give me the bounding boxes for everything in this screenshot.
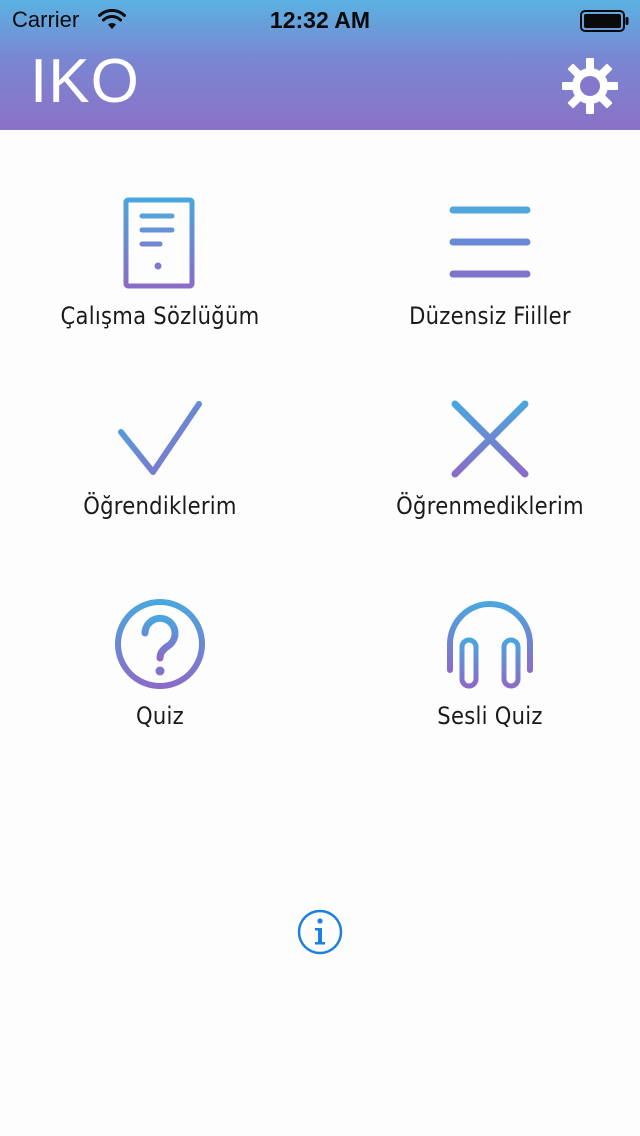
clock-label: 12:32 AM (269, 7, 371, 33)
menu-item-duzensiz-fiiller[interactable]: Düzensiz Fiiller (330, 196, 640, 330)
menu-item-label: Çalışma Sözlüğüm (60, 302, 260, 330)
menu-item-label: Düzensiz Fiiller (409, 302, 571, 330)
info-button[interactable] (296, 908, 344, 956)
document-icon (123, 197, 195, 289)
navigation-header: Carrier 12:32 AM IKO (0, 0, 640, 130)
menu-item-quiz[interactable]: Quiz (0, 596, 320, 730)
settings-button[interactable] (560, 56, 620, 116)
menu-item-label: Öğrenmediklerim (396, 492, 584, 520)
menu-item-ogrendiklerim[interactable]: Öğrendiklerim (0, 396, 320, 520)
menu-item-ogrenmediklerim[interactable]: Öğrenmediklerim (330, 396, 640, 520)
gear-icon (562, 58, 618, 114)
cross-icon (451, 400, 529, 478)
checkmark-icon (118, 401, 202, 475)
menu-item-label: Sesli Quiz (437, 702, 543, 730)
info-icon (297, 909, 343, 955)
menu-item-label: Quiz (135, 702, 185, 730)
app-title: IKO (30, 47, 140, 116)
menu-item-sesli-quiz[interactable]: Sesli Quiz (330, 596, 640, 730)
menu-item-calisma-sozlugum[interactable]: Çalışma Sözlüğüm (0, 196, 320, 330)
battery-icon (580, 10, 629, 32)
home-screen: Carrier 12:32 AM IKO Çalışma Sözlüğüm Dü… (0, 0, 640, 1136)
headphones-icon (447, 601, 533, 689)
list-icon (449, 206, 531, 278)
status-bar: Carrier 12:32 AM (0, 0, 640, 40)
menu-item-label: Öğrendiklerim (83, 492, 237, 520)
question-icon (115, 599, 205, 689)
